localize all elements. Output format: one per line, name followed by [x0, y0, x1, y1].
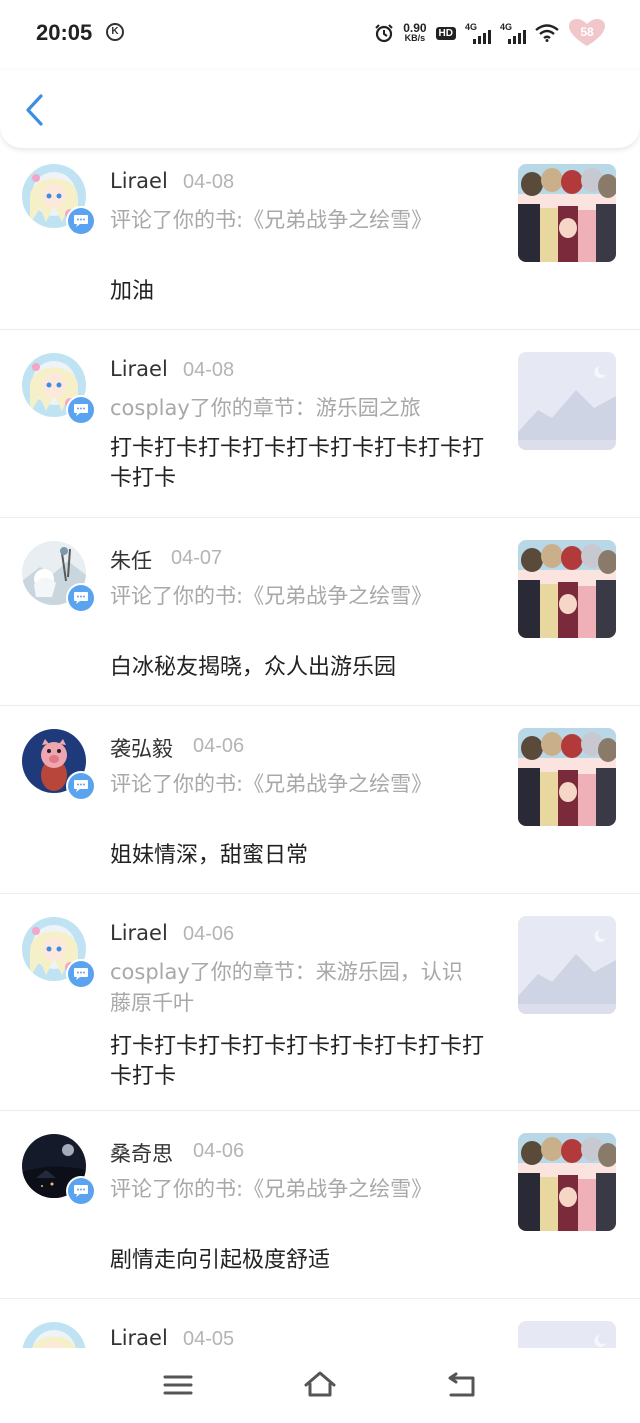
- comment-badge: [66, 206, 96, 236]
- user-name[interactable]: Lirael: [110, 921, 168, 945]
- comment-badge: [66, 959, 96, 989]
- signal-icon: 4G: [500, 22, 526, 44]
- avatar[interactable]: [22, 164, 96, 236]
- avatar[interactable]: [22, 1322, 88, 1348]
- date: 04-05: [183, 1328, 235, 1348]
- activity-text: 评论了你的书:《兄弟战争之绘雪》: [110, 208, 433, 232]
- system-nav-bar: [0, 1348, 640, 1423]
- comment-badge: [66, 771, 96, 801]
- avatar[interactable]: [22, 353, 96, 425]
- battery-icon: 58: [568, 18, 605, 48]
- comment-badge: [66, 395, 96, 425]
- date: 04-08: [183, 171, 235, 193]
- alarm-icon: [375, 24, 393, 43]
- chevron-left-icon[interactable]: [20, 90, 50, 130]
- battery-level: 58: [580, 25, 594, 39]
- user-name[interactable]: Lirael: [110, 1326, 168, 1348]
- comment-text: 剧情走向引起极度舒适: [110, 1248, 331, 1273]
- user-name[interactable]: Lirael: [110, 357, 168, 381]
- book-cover-thumbnail[interactable]: [518, 164, 616, 262]
- activity-text: 评论了你的书:《兄弟战争之绘雪》: [110, 772, 433, 796]
- activity-text: cosplay了你的章节：游乐园之旅: [110, 396, 421, 420]
- list-item[interactable]: Lirael 04-08 cosplay了你的章节：游乐园之旅 打卡打卡打卡打卡…: [0, 330, 640, 518]
- activity-text: cosplay了你的章节：来游乐园，认识藤原千叶: [110, 960, 463, 1015]
- k-icon: K: [106, 23, 124, 41]
- placeholder-thumbnail[interactable]: [518, 352, 616, 450]
- date: 04-08: [183, 359, 235, 381]
- placeholder-thumbnail[interactable]: [518, 916, 616, 1014]
- status-time: 20:05: [36, 20, 93, 45]
- comment-text: 白冰秘友揭晓，众人出游乐园: [110, 655, 397, 680]
- signal-icon: 4G: [465, 22, 491, 44]
- comment-text: 姐妹情深，甜蜜日常: [110, 843, 309, 868]
- date: 04-06: [193, 1140, 245, 1162]
- comment-text: 打卡打卡打卡打卡打卡打卡打卡打卡打卡打卡: [110, 436, 485, 491]
- avatar[interactable]: [22, 1134, 96, 1206]
- activity-text: 评论了你的书:《兄弟战争之绘雪》: [110, 1177, 433, 1201]
- wifi-icon: [535, 24, 559, 42]
- back-icon[interactable]: [445, 1368, 479, 1402]
- comment-text: 打卡打卡打卡打卡打卡打卡打卡打卡打卡打卡: [110, 1034, 485, 1089]
- date: 04-06: [193, 735, 245, 757]
- speed-unit: KB/s: [404, 33, 426, 43]
- list-item[interactable]: Lirael 04-08 评论了你的书:《兄弟战争之绘雪》 加油: [0, 148, 640, 330]
- speed-value: 0.90: [403, 21, 427, 35]
- list-item[interactable]: Lirael 04-06 cosplay了你的章节：来游乐园，认识藤原千叶 打卡…: [0, 894, 640, 1111]
- book-cover-thumbnail[interactable]: [518, 1133, 616, 1231]
- avatar[interactable]: [22, 917, 96, 989]
- date: 04-07: [171, 547, 223, 569]
- list-item[interactable]: 朱任 04-07 评论了你的书:《兄弟战争之绘雪》 白冰秘友揭晓，众人出游乐园: [0, 518, 640, 706]
- list-item[interactable]: 袭弘毅 04-06 评论了你的书:《兄弟战争之绘雪》 姐妹情深，甜蜜日常: [0, 706, 640, 894]
- user-name[interactable]: 朱任: [110, 545, 152, 575]
- avatar[interactable]: [22, 541, 96, 613]
- hd-icon: HD: [435, 26, 456, 40]
- avatar[interactable]: [22, 729, 96, 801]
- list-item[interactable]: Lirael 04-05: [0, 1299, 640, 1348]
- network-speed: 0.90 KB/s: [403, 21, 427, 43]
- activity-text: 评论了你的书:《兄弟战争之绘雪》: [110, 584, 433, 608]
- book-cover-thumbnail[interactable]: [518, 540, 616, 638]
- menu-icon[interactable]: [161, 1368, 195, 1402]
- comment-badge: [66, 583, 96, 613]
- date: 04-06: [183, 923, 235, 945]
- nav-header: [0, 70, 640, 148]
- status-bar: 20:05 K 0.90 KB/s HD 4G 4G 58: [0, 0, 640, 70]
- comment-text: 加油: [110, 279, 155, 304]
- comment-badge: [66, 1176, 96, 1206]
- home-icon[interactable]: [303, 1368, 337, 1402]
- user-name[interactable]: Lirael: [110, 169, 168, 193]
- book-cover-thumbnail[interactable]: [518, 728, 616, 826]
- notification-list: Lirael 04-08 评论了你的书:《兄弟战争之绘雪》 加油 Lirael …: [0, 148, 640, 1348]
- status-icons: 0.90 KB/s HD 4G 4G 58: [374, 18, 605, 48]
- user-name[interactable]: 袭弘毅: [110, 733, 173, 763]
- list-item[interactable]: 桑奇思 04-06 评论了你的书:《兄弟战争之绘雪》 剧情走向引起极度舒适: [0, 1111, 640, 1299]
- user-name[interactable]: 桑奇思: [110, 1138, 173, 1168]
- placeholder-thumbnail[interactable]: [518, 1321, 616, 1348]
